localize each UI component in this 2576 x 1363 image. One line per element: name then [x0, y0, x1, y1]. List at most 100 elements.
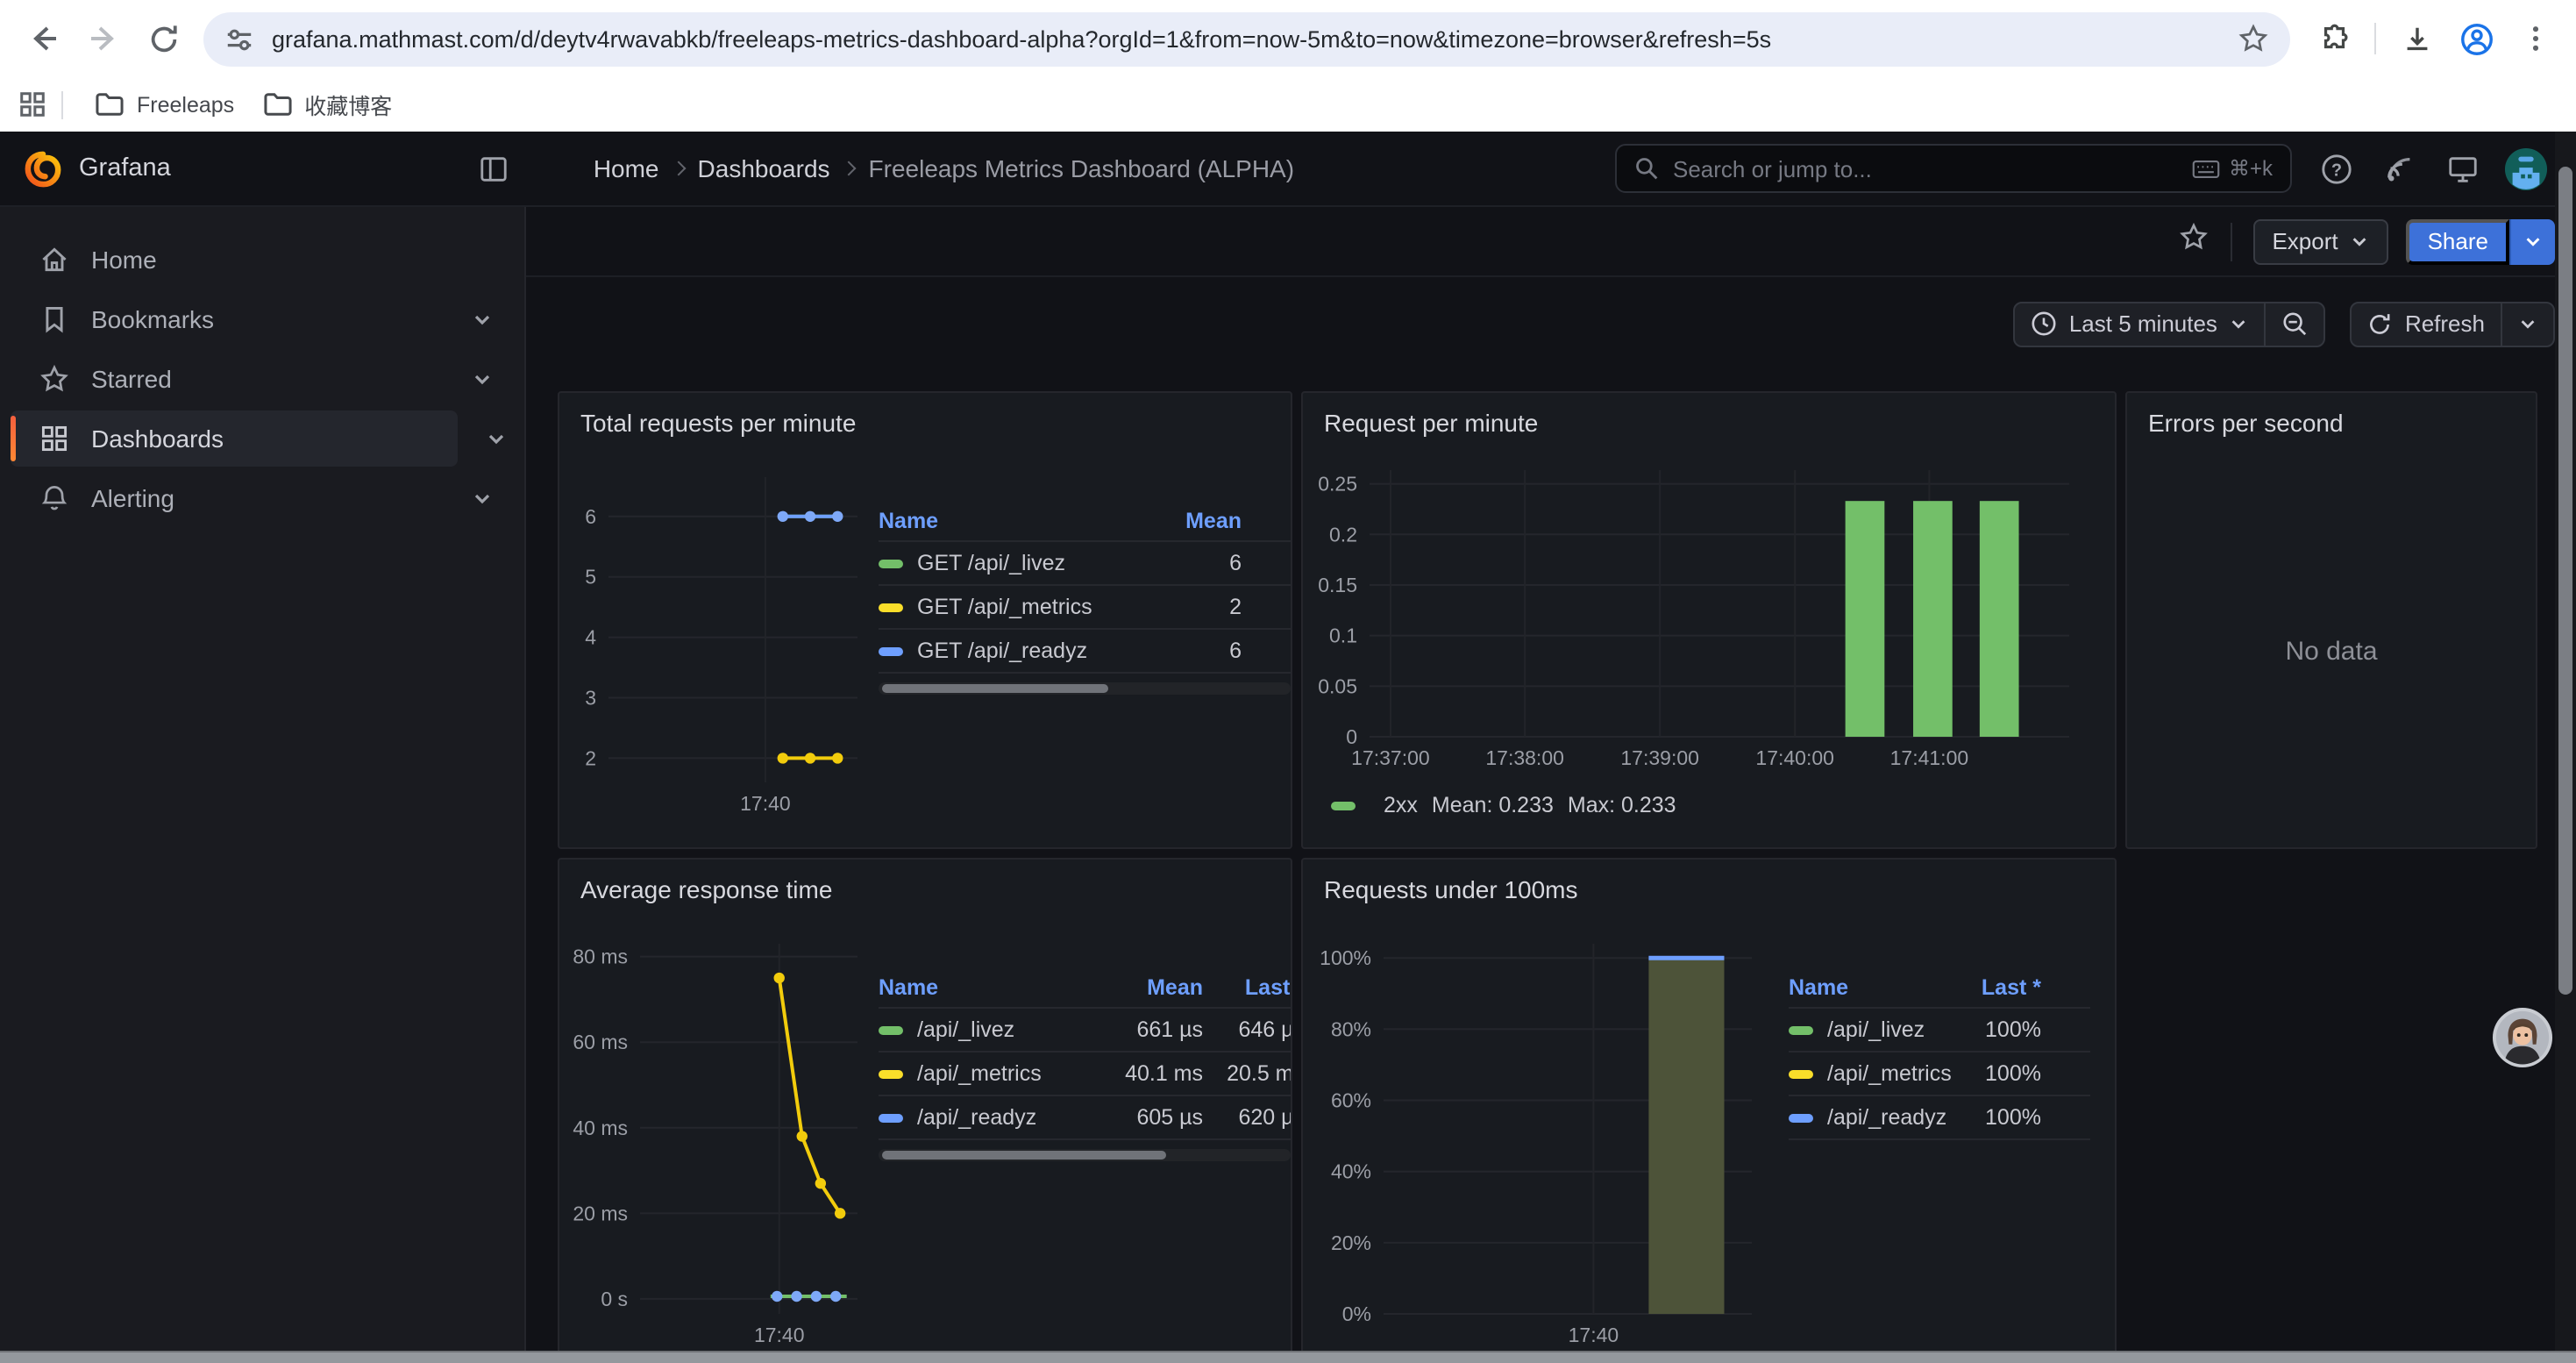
reload-button[interactable]	[133, 9, 193, 68]
legend-value: 646 µs	[1213, 1009, 1291, 1053]
rss-icon	[2382, 152, 2416, 185]
grafana-logo[interactable]	[25, 150, 61, 187]
share-button[interactable]: Share	[2407, 218, 2509, 264]
panel-title[interactable]: Average response time	[559, 860, 1291, 923]
time-range-picker[interactable]: Last 5 minutes	[2015, 303, 2265, 345]
panel-title[interactable]: Requests under 100ms	[1303, 860, 2115, 923]
legend-table: Name Last * /api/_livez 100% /api/_metri…	[1789, 968, 2090, 1358]
profile-button[interactable]	[2450, 9, 2502, 68]
legend-value: 6	[1143, 630, 1291, 674]
help-button[interactable]: ?	[2313, 146, 2359, 191]
bookmark-star-icon[interactable]	[2238, 23, 2269, 54]
average-response-time-chart: 80 ms60 ms40 ms20 ms0 s17:40	[570, 923, 868, 1358]
help-icon: ?	[2319, 152, 2352, 185]
legend-series[interactable]: /api/_readyz	[1789, 1096, 1946, 1140]
legend-col-mean[interactable]: Mean	[1087, 968, 1213, 1009]
legend-series[interactable]: GET /api/_livez	[879, 542, 1143, 586]
legend-col-name[interactable]: Name	[879, 502, 1143, 542]
legend-series[interactable]: GET /api/_readyz	[879, 630, 1143, 674]
legend-value: 20.5 ms	[1213, 1053, 1291, 1096]
legend-series-name[interactable]: 2xx	[1384, 793, 1418, 817]
legend-col-name[interactable]: Name	[1789, 968, 1946, 1009]
bookmark-folder-freeleaps[interactable]: Freeleaps	[81, 86, 248, 123]
bookmark-folder-blog[interactable]: 收藏博客	[248, 82, 406, 126]
legend-col-last[interactable]: Last *	[1946, 968, 2090, 1009]
sidebar-item-label: Bookmarks	[91, 305, 214, 333]
sidebar: Home Bookmarks Starred Dashboards Alerti	[0, 207, 526, 1363]
zoom-out-button[interactable]	[2265, 303, 2324, 345]
sidebar-item-home[interactable]: Home	[11, 232, 510, 288]
legend-series[interactable]: /api/_livez	[1789, 1009, 1946, 1053]
breadcrumb-dashboards[interactable]: Dashboards	[698, 154, 830, 182]
legend-scrollbar[interactable]	[879, 682, 1291, 695]
legend-series[interactable]: /api/_metrics	[1789, 1053, 1946, 1096]
kebab-menu-icon	[2520, 23, 2551, 54]
panel-title[interactable]: Request per minute	[1303, 393, 2115, 456]
sidebar-item-label: Dashboards	[91, 425, 224, 453]
chevron-down-icon	[2351, 232, 2370, 251]
user-avatar[interactable]	[2502, 146, 2548, 191]
svg-text:100%: 100%	[1320, 946, 1371, 969]
site-info-icon[interactable]	[224, 24, 254, 54]
chevron-down-icon	[2230, 314, 2249, 333]
share-menu-button[interactable]	[2509, 218, 2555, 264]
downloads-button[interactable]	[2390, 9, 2443, 68]
chevron-down-icon	[2518, 314, 2537, 333]
scrollbar-thumb[interactable]	[2558, 167, 2572, 995]
dock-menu-icon[interactable]	[480, 153, 509, 183]
sidebar-item-starred[interactable]: Starred	[11, 351, 510, 407]
legend-series[interactable]: /api/_livez	[879, 1009, 1087, 1053]
refresh-button[interactable]: Refresh	[2352, 303, 2501, 345]
svg-text:80 ms: 80 ms	[573, 946, 628, 968]
export-button[interactable]: Export	[2252, 218, 2388, 264]
legend-value: 100%	[1946, 1009, 2090, 1053]
legend-col-mean[interactable]: Mean	[1143, 502, 1291, 542]
floating-assistant-avatar[interactable]	[2492, 1007, 2553, 1068]
breadcrumb-home[interactable]: Home	[594, 154, 659, 182]
grafana-brand: Grafana	[79, 154, 171, 182]
extensions-button[interactable]	[2308, 9, 2360, 68]
sidebar-item-alerting[interactable]: Alerting	[11, 470, 510, 526]
legend-series[interactable]: GET /api/_metrics	[879, 586, 1143, 630]
url-text[interactable]: grafana.mathmast.com/d/deytv4rwavabkb/fr…	[272, 25, 2224, 52]
favorite-star-button[interactable]	[2177, 221, 2209, 261]
legend-scrollbar[interactable]	[879, 1149, 1291, 1161]
breadcrumb-current: Freeleaps Metrics Dashboard (ALPHA)	[869, 154, 1295, 182]
chevron-down-icon[interactable]	[472, 486, 493, 517]
legend-series[interactable]: /api/_readyz	[879, 1096, 1087, 1140]
legend-mean: Mean: 0.233	[1432, 793, 1554, 817]
svg-text:5: 5	[585, 566, 596, 589]
total-requests-chart: 6543217:40	[570, 456, 868, 838]
browser-menu-button[interactable]	[2509, 9, 2562, 68]
legend-col-last[interactable]: Last *	[1213, 968, 1291, 1009]
legend-col-name[interactable]: Name	[879, 968, 1087, 1009]
zoom-out-icon	[2282, 310, 2309, 337]
dashboard-toolbar: Last 5 minutes Refresh	[526, 277, 2576, 370]
chevron-down-icon[interactable]	[472, 367, 493, 398]
chevron-down-icon[interactable]	[486, 426, 507, 458]
forward-button[interactable]	[74, 9, 133, 68]
display-button[interactable]	[2439, 146, 2485, 191]
back-button[interactable]	[14, 9, 74, 68]
chevron-down-icon	[2523, 232, 2543, 251]
chevron-down-icon[interactable]	[472, 307, 493, 339]
refresh-interval-button[interactable]	[2501, 303, 2553, 345]
panel-title[interactable]: Errors per second	[2127, 393, 2536, 456]
svg-text:0 s: 0 s	[601, 1288, 628, 1310]
legend-value: 605 µs	[1087, 1096, 1213, 1140]
address-bar[interactable]: grafana.mathmast.com/d/deytv4rwavabkb/fr…	[203, 11, 2290, 66]
sidebar-item-bookmarks[interactable]: Bookmarks	[11, 291, 510, 347]
search-input[interactable]: Search or jump to... ⌘+k	[1615, 144, 2292, 193]
legend-series[interactable]: /api/_metrics	[879, 1053, 1087, 1096]
profile-icon	[2458, 20, 2494, 57]
panel-title[interactable]: Total requests per minute	[559, 393, 1291, 456]
breadcrumb-separator-icon	[671, 161, 686, 176]
panel-total-requests-per-minute: Total requests per minute 6543217:40 Nam…	[558, 391, 1292, 849]
apps-grid-icon[interactable]	[18, 89, 47, 119]
search-placeholder: Search or jump to...	[1673, 155, 2192, 182]
sidebar-item-dashboards[interactable]: Dashboards	[11, 410, 458, 467]
page-scrollbar[interactable]	[2555, 132, 2576, 1363]
news-button[interactable]	[2376, 146, 2422, 191]
svg-text:17:38:00: 17:38:00	[1485, 746, 1564, 769]
svg-text:60 ms: 60 ms	[573, 1031, 628, 1053]
